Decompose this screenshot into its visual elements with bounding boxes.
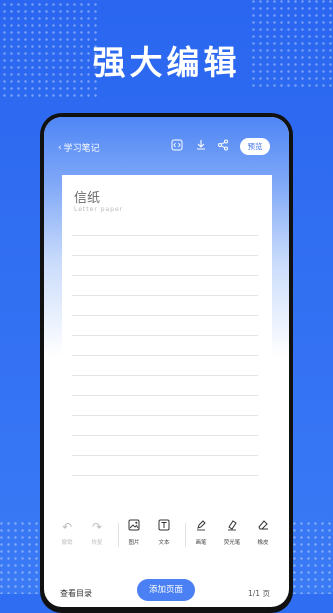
code-icon[interactable] — [170, 139, 184, 153]
download-icon[interactable] — [194, 139, 208, 153]
preview-button[interactable]: 预览 — [240, 138, 270, 155]
paper-line — [72, 255, 258, 256]
highlighter-icon — [218, 519, 246, 535]
phone-screen: ‹ 学习笔记 预览 信纸 Letter paper ↶ 撤销 ↷ 恢复 图片 文… — [44, 117, 289, 607]
image-icon — [120, 519, 148, 535]
redo-icon: ↷ — [91, 520, 103, 534]
edit-toolbar: ↶ 撤销 ↷ 恢复 图片 文本 画笔 荧光笔 橡皮 — [44, 519, 289, 559]
chevron-left-icon: ‹ — [58, 142, 62, 153]
paper-line — [72, 435, 258, 436]
letter-paper[interactable]: 信纸 Letter paper — [62, 175, 272, 485]
paper-line — [72, 395, 258, 396]
paper-line — [72, 455, 258, 456]
paper-line — [72, 275, 258, 276]
back-button[interactable]: ‹ 学习笔记 — [58, 141, 100, 155]
paper-title: 信纸 — [74, 191, 101, 206]
paper-line — [72, 315, 258, 316]
paper-line — [72, 415, 258, 416]
promo-headline: 强大编辑 — [92, 43, 241, 82]
paper-line — [72, 335, 258, 336]
paper-line — [72, 375, 258, 376]
paper-subtitle: Letter paper — [74, 206, 124, 213]
paper-line — [72, 475, 258, 476]
text-button[interactable]: 文本 — [150, 519, 178, 546]
highlighter-button[interactable]: 荧光笔 — [218, 519, 246, 546]
eraser-button[interactable]: 橡皮 — [249, 519, 277, 546]
undo-button[interactable]: ↶ 撤销 — [53, 519, 81, 546]
toolbar-divider — [118, 523, 119, 547]
eraser-icon — [249, 519, 277, 535]
paper-line — [72, 235, 258, 236]
brush-icon — [187, 519, 215, 535]
bottom-bar: 查看目录 添加页面 1/1 页 — [44, 579, 289, 607]
image-button[interactable]: 图片 — [120, 519, 148, 546]
paper-line — [72, 295, 258, 296]
text-icon — [150, 519, 178, 535]
redo-button[interactable]: ↷ 恢复 — [83, 519, 111, 546]
paper-line — [72, 355, 258, 356]
brush-button[interactable]: 画笔 — [187, 519, 215, 546]
undo-icon: ↶ — [61, 520, 73, 534]
share-icon[interactable] — [216, 139, 230, 153]
toolbar-divider — [185, 523, 186, 547]
add-page-button[interactable]: 添加页面 — [137, 579, 195, 601]
back-label: 学习笔记 — [63, 144, 100, 154]
